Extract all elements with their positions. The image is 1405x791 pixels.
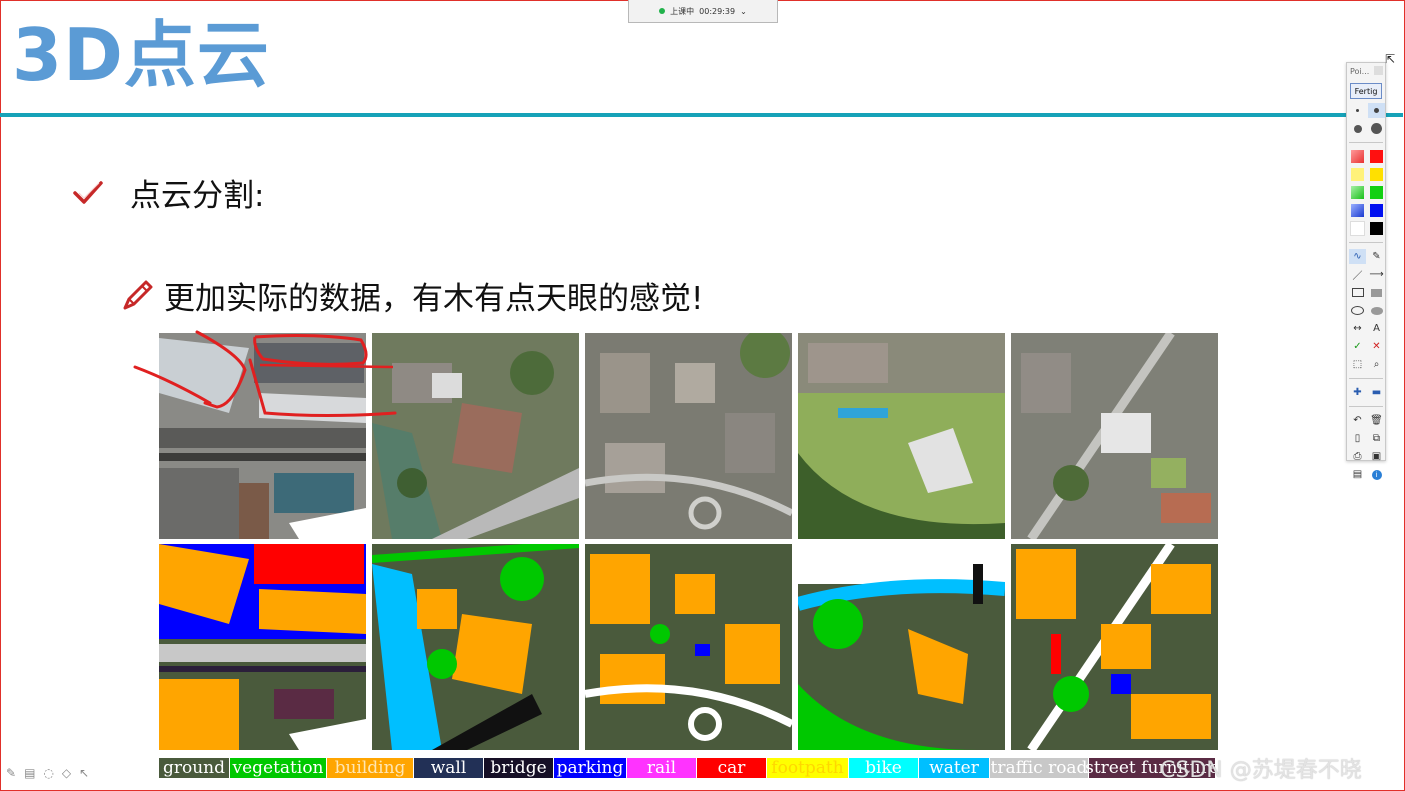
segmentation-tile-2 xyxy=(372,544,579,750)
legend-item-wall: wall xyxy=(414,758,483,778)
legend-item-traffic-road: traffic road xyxy=(990,758,1088,778)
bullet-point-segmentation: 点云分割: xyxy=(72,170,264,215)
session-status-label: 上课中 xyxy=(670,6,695,16)
toolbar-title: Poi... xyxy=(1350,67,1370,76)
legend-item-car: car xyxy=(697,758,766,778)
light-red-swatch[interactable] xyxy=(1349,149,1366,164)
line-tool-icon[interactable]: ／ xyxy=(1349,267,1366,282)
filled-rectangle-tool-icon[interactable] xyxy=(1368,285,1385,300)
toolbar-separator xyxy=(1349,142,1383,143)
legend-item-building: building xyxy=(327,758,413,778)
zoom-out-icon[interactable]: ▬ xyxy=(1368,385,1385,400)
xlarge-dot-icon[interactable] xyxy=(1368,121,1385,136)
print-icon[interactable]: ⎙ xyxy=(1349,449,1366,464)
double-arrow-icon[interactable]: ↔ xyxy=(1349,321,1366,336)
save-icon[interactable]: ▣ xyxy=(1368,449,1385,464)
bullet-point-real-data: 更加实际的数据，有木有点天眼的感觉! xyxy=(120,273,703,318)
eraser-icon[interactable]: ✎ xyxy=(1368,249,1385,264)
medium-dot-icon[interactable] xyxy=(1368,103,1385,118)
arrow-tool-icon[interactable]: ⟶ xyxy=(1368,267,1385,282)
session-status-bar[interactable]: 上课中 00:29:39 ⌄ xyxy=(628,0,778,23)
white-swatch[interactable] xyxy=(1349,221,1366,236)
bullet-text-real-data: 更加实际的数据，有木有点天眼的感觉! xyxy=(164,281,704,317)
checkmark-stamp-icon[interactable]: ✓ xyxy=(1349,339,1366,354)
light-blue-swatch[interactable] xyxy=(1349,203,1366,218)
segmentation-tile-1 xyxy=(159,544,366,750)
trash-icon[interactable]: 🗑 xyxy=(1368,413,1385,428)
cross-stamp-icon[interactable]: ✕ xyxy=(1368,339,1385,354)
info-icon[interactable]: i xyxy=(1368,467,1385,482)
legend-item-vegetation: vegetation xyxy=(230,758,326,778)
select-region-icon[interactable]: ⬚ xyxy=(1349,357,1366,372)
freehand-annotation xyxy=(133,330,397,417)
settings-icon[interactable]: ▤ xyxy=(1349,467,1366,482)
bottom-pen-tools: ✎ ▤ ◌ ◇ ↖ xyxy=(6,766,89,780)
copy-icon[interactable]: ⧉ xyxy=(1368,431,1385,446)
done-button[interactable]: Fertig xyxy=(1350,83,1382,99)
legend-item-water: water xyxy=(919,758,989,778)
red-swatch[interactable] xyxy=(1368,149,1385,164)
new-page-icon[interactable]: ▯ xyxy=(1349,431,1366,446)
aerial-tile-3 xyxy=(585,333,792,539)
mouse-cursor-icon: ⇱ xyxy=(1385,52,1396,66)
board-icon[interactable]: ▤ xyxy=(24,766,35,780)
aerial-tile-5 xyxy=(1011,333,1218,539)
blue-swatch[interactable] xyxy=(1368,203,1385,218)
rectangle-tool-icon[interactable] xyxy=(1349,285,1366,300)
small-dot-icon[interactable] xyxy=(1349,103,1366,118)
ellipse-tool-icon[interactable] xyxy=(1349,303,1366,318)
toolbar-handle-icon[interactable] xyxy=(1374,66,1383,75)
title-divider xyxy=(0,113,1403,117)
green-swatch[interactable] xyxy=(1368,185,1385,200)
slide-title: 3D点云 xyxy=(12,13,270,97)
filled-ellipse-tool-icon[interactable] xyxy=(1368,303,1385,318)
legend-item-parking: parking xyxy=(554,758,626,778)
undo-icon[interactable]: ↶ xyxy=(1349,413,1366,428)
pen-icon[interactable]: ✎ xyxy=(6,766,16,780)
csdn-watermark: CSDN @苏堤春不晓 xyxy=(1160,758,1362,783)
pencil-icon xyxy=(123,280,153,309)
legend-item-bridge: bridge xyxy=(484,758,553,778)
toolbar-separator xyxy=(1349,242,1383,243)
large-dot-icon[interactable] xyxy=(1349,121,1366,136)
black-swatch[interactable] xyxy=(1368,221,1385,236)
zoom-in-icon[interactable]: ✚ xyxy=(1349,385,1366,400)
legend-item-rail: rail xyxy=(627,758,696,778)
segmentation-tile-5 xyxy=(1011,544,1218,750)
zoom-icon[interactable]: ⌕ xyxy=(1368,357,1385,372)
checkmark-icon xyxy=(73,180,103,204)
pointer-icon[interactable]: ↖ xyxy=(79,766,89,780)
toolbar-separator xyxy=(1349,406,1383,407)
light-green-swatch[interactable] xyxy=(1349,185,1366,200)
text-tool-icon[interactable]: A xyxy=(1368,321,1385,336)
light-yellow-swatch[interactable] xyxy=(1349,167,1366,182)
live-indicator-icon xyxy=(659,8,666,14)
lasso-icon[interactable]: ◌ xyxy=(43,766,53,780)
bullet-text-segmentation: 点云分割: xyxy=(130,178,265,214)
toolbar-separator xyxy=(1349,378,1383,379)
legend-item-bike: bike xyxy=(849,758,918,778)
freehand-pen-icon[interactable]: ∿ xyxy=(1349,249,1366,264)
toolbar-header: Poi... xyxy=(1347,63,1385,81)
segmentation-tile-3 xyxy=(585,544,792,750)
session-timer: 00:29:39 xyxy=(699,6,736,16)
chevron-down-icon[interactable]: ⌄ xyxy=(740,7,747,16)
legend-item-footpath: footpath xyxy=(767,758,848,778)
segmentation-tile-4 xyxy=(798,544,1005,750)
eraser-icon[interactable]: ◇ xyxy=(62,766,71,780)
aerial-tile-4 xyxy=(798,333,1005,539)
class-legend: ground vegetation building wall bridge parkin… xyxy=(159,758,1219,778)
annotation-toolbar: Poi... Fertig ∿ ✎ ／ ⟶ ↔ A ✓ ✕ ⬚ ⌕ ✚ ▬ ↶ … xyxy=(1346,62,1386,480)
yellow-swatch[interactable] xyxy=(1368,167,1385,182)
segmentation-image-row xyxy=(159,544,1218,750)
legend-item-ground: ground xyxy=(159,758,229,778)
